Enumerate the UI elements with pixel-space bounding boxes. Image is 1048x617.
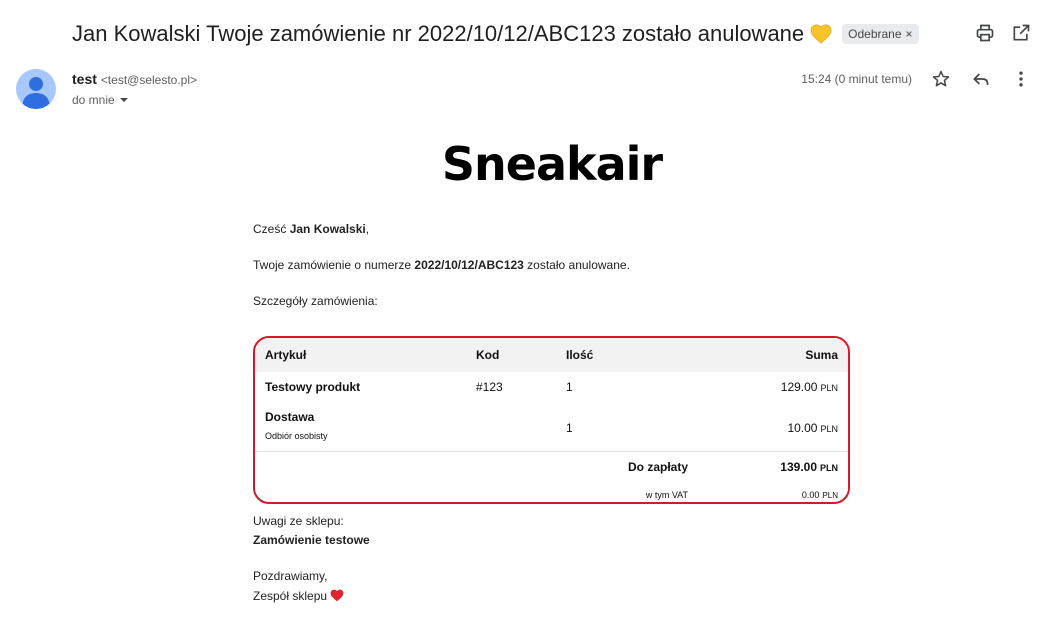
logo-text: Sneakair: [441, 137, 663, 191]
vat-label: w tym VAT: [645, 490, 688, 500]
red-heart-icon: [330, 589, 344, 602]
dropdown-arrow-icon: [119, 98, 128, 102]
print-icon[interactable]: [974, 22, 996, 44]
row-item-code: #123: [476, 380, 503, 394]
table-divider: [255, 451, 848, 452]
message-actions: [930, 68, 1032, 90]
details-label: Szczegóły zamówienia:: [253, 294, 378, 308]
message-time: 15:24 (0 minut temu): [801, 72, 912, 86]
greeting-suffix: ,: [365, 222, 370, 236]
thread-actions: [974, 22, 1032, 44]
info-prefix: Twoje zamówienie o numerze: [253, 258, 415, 272]
amount-value: 10.00: [787, 421, 818, 435]
header-qty: Ilość: [566, 348, 594, 362]
total-amount: 139.00 PLN: [780, 460, 838, 474]
cancellation-info: Twoje zamówienie o numerze 2022/10/12/AB…: [253, 258, 630, 272]
label-chip-text: Odebrane: [848, 27, 902, 41]
greeting: Cześć Jan Kowalski,: [253, 222, 369, 236]
subject-row: Jan Kowalski Twoje zamówienie nr 2022/10…: [72, 18, 919, 50]
table-header: Artykuł Kod Ilość Suma: [255, 338, 848, 372]
closing: Pozdrawiamy,: [253, 569, 328, 583]
star-icon[interactable]: [930, 68, 952, 90]
more-vert-icon[interactable]: [1010, 68, 1032, 90]
row-shipping-method: Odbiór osobisty: [265, 431, 328, 441]
sender-address: <test@selesto.pl>: [100, 73, 198, 87]
shop-notes-label: Uwagi ze sklepu:: [253, 514, 344, 528]
person-avatar-icon[interactable]: [16, 69, 56, 109]
email-subject: Jan Kowalski Twoje zamówienie nr 2022/10…: [72, 21, 805, 46]
row-item-qty: 1: [566, 380, 573, 394]
row-item-amount: 129.00 PLN: [781, 380, 838, 394]
remove-label-icon[interactable]: ×: [906, 27, 913, 41]
header-item: Artykuł: [265, 348, 307, 362]
info-suffix: zostało anulowane.: [523, 258, 630, 272]
currency: PLN: [820, 463, 838, 473]
shop-notes: Zamówienie testowe: [253, 533, 370, 547]
amount-value: 139.00: [780, 460, 817, 474]
header-code: Kod: [476, 348, 500, 362]
amount-value: 129.00: [780, 380, 818, 394]
open-in-new-window-icon[interactable]: [1010, 22, 1032, 44]
yellow-heart-icon: [810, 24, 832, 44]
customer-name: Jan Kowalski: [289, 222, 366, 236]
reply-icon[interactable]: [970, 68, 992, 90]
row-item-name: Testowy produkt: [265, 380, 361, 394]
vat-amount: 0.00 PLN: [802, 490, 838, 500]
recipient-label: do mnie: [72, 93, 115, 107]
total-label: Do zapłaty: [627, 460, 688, 474]
header-sum: Suma: [805, 348, 838, 362]
currency: PLN: [820, 424, 838, 434]
row-shipping-qty: 1: [566, 421, 573, 435]
label-chip-inbox[interactable]: Odebrane ×: [842, 24, 919, 44]
order-details-table: Artykuł Kod Ilość Suma Testowy produkt #…: [253, 336, 850, 504]
sender-name[interactable]: test: [72, 71, 97, 87]
greeting-prefix: Cześć: [253, 222, 290, 236]
sender: test <test@selesto.pl>: [72, 71, 197, 87]
row-shipping-amount: 10.00 PLN: [787, 421, 838, 435]
currency: PLN: [820, 383, 838, 393]
recipient-details-toggle[interactable]: do mnie: [72, 93, 129, 107]
amount-value: 0.00: [801, 490, 820, 500]
signature-text: Zespół sklepu: [253, 589, 328, 603]
currency: PLN: [822, 491, 838, 500]
row-shipping-name: Dostawa: [265, 410, 315, 424]
signature: Zespół sklepu: [253, 589, 344, 603]
shop-logo: Sneakair: [0, 137, 1048, 191]
order-number: 2022/10/12/ABC123: [414, 258, 524, 272]
